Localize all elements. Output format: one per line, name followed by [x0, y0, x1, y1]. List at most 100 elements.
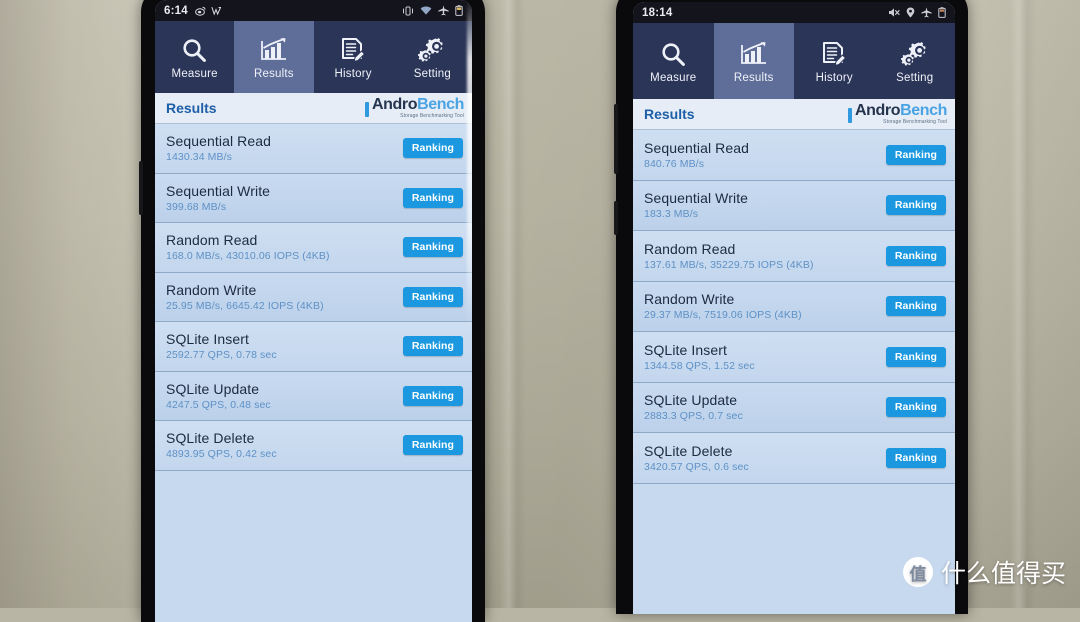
tab-setting-label: Setting [896, 72, 934, 84]
tab-bar: Measure Results History Setting [155, 21, 472, 93]
location-icon [906, 7, 915, 18]
table-row[interactable]: Random Write 29.37 MB/s, 7519.06 IOPS (4K… [633, 281, 955, 332]
tab-history[interactable]: History [794, 23, 875, 99]
ranking-button[interactable]: Ranking [885, 245, 946, 266]
tab-results[interactable]: Results [234, 21, 314, 93]
result-name: Sequential Write [644, 190, 749, 207]
ranking-button[interactable]: Ranking [885, 397, 946, 418]
result-text: Random Read 168.0 MB/s, 43010.06 IOPS (4K… [166, 232, 330, 262]
result-value: 2883.3 QPS, 0.7 sec [644, 410, 743, 423]
table-row[interactable]: SQLite Update 4247.5 QPS, 0.48 sec Ranking [155, 371, 472, 421]
ranking-button[interactable]: Ranking [402, 336, 463, 357]
bar-chart-icon [260, 35, 288, 65]
table-row[interactable]: Random Write 25.95 MB/s, 6645.42 IOPS (4K… [155, 272, 472, 322]
tab-measure[interactable]: Measure [155, 21, 234, 93]
mute-icon [888, 7, 900, 18]
wall-seam [1010, 0, 1036, 608]
status-clock: 18:14 [642, 6, 673, 19]
results-list[interactable]: Sequential Read 840.76 MB/s Ranking Sequent… [633, 130, 955, 614]
ranking-button[interactable]: Ranking [402, 138, 463, 159]
power-button[interactable] [614, 201, 618, 235]
result-name: Random Read [166, 232, 258, 249]
result-text: SQLite Delete 3420.57 QPS, 0.6 sec [644, 443, 749, 473]
volume-button[interactable] [614, 104, 618, 174]
table-row[interactable]: SQLite Insert 2592.77 QPS, 0.78 sec Rankin… [155, 322, 472, 372]
result-text: SQLite Delete 4893.95 QPS, 0.42 sec [166, 430, 277, 460]
document-pencil-icon [821, 39, 847, 69]
result-name: SQLite Update [644, 392, 738, 409]
result-text: Random Write 25.95 MB/s, 6645.42 IOPS (4K… [166, 282, 324, 312]
table-row[interactable]: SQLite Delete 4893.95 QPS, 0.42 sec Rankin… [155, 421, 472, 471]
wifi-icon [420, 6, 432, 16]
table-row[interactable]: SQLite Delete 3420.57 QPS, 0.6 sec Ranking [633, 433, 955, 484]
ranking-button[interactable]: Ranking [402, 237, 463, 258]
brand-tagline: Storage Benchmarking Tool [883, 119, 947, 125]
result-text: Sequential Write 399.68 MB/s [166, 183, 270, 213]
brand-mark [364, 102, 369, 117]
ranking-button[interactable]: Ranking [402, 435, 463, 456]
result-value: 168.0 MB/s, 43010.06 IOPS (4KB) [166, 250, 330, 263]
table-row[interactable]: Sequential Read 1430.34 MB/s Ranking [155, 124, 472, 174]
battery-icon [938, 7, 946, 18]
ranking-button[interactable]: Ranking [885, 144, 946, 165]
tab-history[interactable]: History [314, 21, 393, 93]
table-row[interactable]: Sequential Write 183.3 MB/s Ranking [633, 180, 955, 231]
page-title-bar: Results AndroBench Storage Benchmarking … [633, 99, 955, 130]
ranking-button[interactable]: Ranking [885, 447, 946, 468]
result-value: 399.68 MB/s [166, 200, 227, 213]
result-text: SQLite Insert 2592.77 QPS, 0.78 sec [166, 331, 277, 361]
page-title-bar: Results AndroBench Storage Benchmarking … [155, 93, 472, 124]
result-text: Random Read 137.61 MB/s, 35229.75 IOPS (4… [644, 241, 814, 271]
status-clock: 6:14 [164, 4, 188, 17]
result-name: Sequential Read [644, 139, 750, 156]
result-value: 25.95 MB/s, 6645.42 IOPS (4KB) [166, 299, 324, 312]
result-text: Sequential Read 1430.34 MB/s [166, 133, 271, 163]
ranking-button[interactable]: Ranking [885, 296, 946, 317]
brand-name-part1: Andro [371, 96, 418, 113]
brand-tagline: Storage Benchmarking Tool [400, 113, 464, 119]
tab-results-label: Results [254, 68, 294, 80]
table-row[interactable]: Random Read 137.61 MB/s, 35229.75 IOPS (4… [633, 231, 955, 282]
tab-setting[interactable]: Setting [393, 21, 472, 93]
status-notification-icons [194, 6, 222, 16]
volume-button[interactable] [139, 161, 143, 215]
table-row[interactable]: Sequential Write 399.68 MB/s Ranking [155, 173, 472, 223]
table-row[interactable]: SQLite Insert 1344.58 QPS, 1.52 sec Rankin… [633, 332, 955, 383]
ranking-button[interactable]: Ranking [402, 385, 463, 406]
results-list[interactable]: Sequential Read 1430.34 MB/s Ranking Sequen… [155, 124, 472, 622]
airplane-icon [921, 7, 932, 18]
tab-results[interactable]: Results [713, 23, 794, 99]
androbench-logo: AndroBench Storage Benchmarking Tool [847, 102, 947, 125]
androbench-logo: AndroBench Storage Benchmarking Tool [364, 96, 464, 119]
tab-results-label: Results [733, 72, 774, 84]
wechat-icon [211, 6, 222, 16]
result-name: Random Read [644, 240, 736, 257]
tab-measure[interactable]: Measure [633, 23, 714, 99]
table-row[interactable]: Sequential Read 840.76 MB/s Ranking [633, 130, 955, 181]
table-row[interactable]: Random Read 168.0 MB/s, 43010.06 IOPS (4K… [155, 223, 472, 273]
watermark: 值 什么值得买 [902, 554, 1066, 590]
tab-measure-label: Measure [650, 72, 697, 84]
ranking-button[interactable]: Ranking [885, 346, 946, 367]
brand-name-part1: Andro [854, 102, 901, 119]
result-text: Random Write 29.37 MB/s, 7519.06 IOPS (4K… [644, 291, 802, 321]
tab-history-label: History [815, 72, 853, 84]
result-value: 3420.57 QPS, 0.6 sec [644, 460, 749, 473]
tab-setting[interactable]: Setting [875, 23, 956, 99]
phone-right-screen: 18:14 Measure Results History Setting Re… [633, 2, 955, 614]
result-value: 840.76 MB/s [644, 157, 705, 170]
result-value: 137.61 MB/s, 35229.75 IOPS (4KB) [644, 258, 814, 271]
result-value: 183.3 MB/s [644, 208, 699, 221]
ranking-button[interactable]: Ranking [402, 286, 463, 307]
brand-name-part2: Bench [417, 96, 464, 113]
status-system-icons [402, 5, 463, 16]
result-text: Sequential Write 183.3 MB/s [644, 190, 748, 220]
result-name: Sequential Write [166, 182, 271, 199]
table-row[interactable]: SQLite Update 2883.3 QPS, 0.7 sec Ranking [633, 382, 955, 433]
ranking-button[interactable]: Ranking [885, 195, 946, 216]
result-text: SQLite Update 2883.3 QPS, 0.7 sec [644, 392, 743, 422]
status-bar: 18:14 [633, 2, 955, 23]
ranking-button[interactable]: Ranking [402, 187, 463, 208]
result-name: Sequential Read [166, 133, 272, 150]
phone-left: 6:14 Measure Results History Setting Res… [139, 0, 485, 622]
